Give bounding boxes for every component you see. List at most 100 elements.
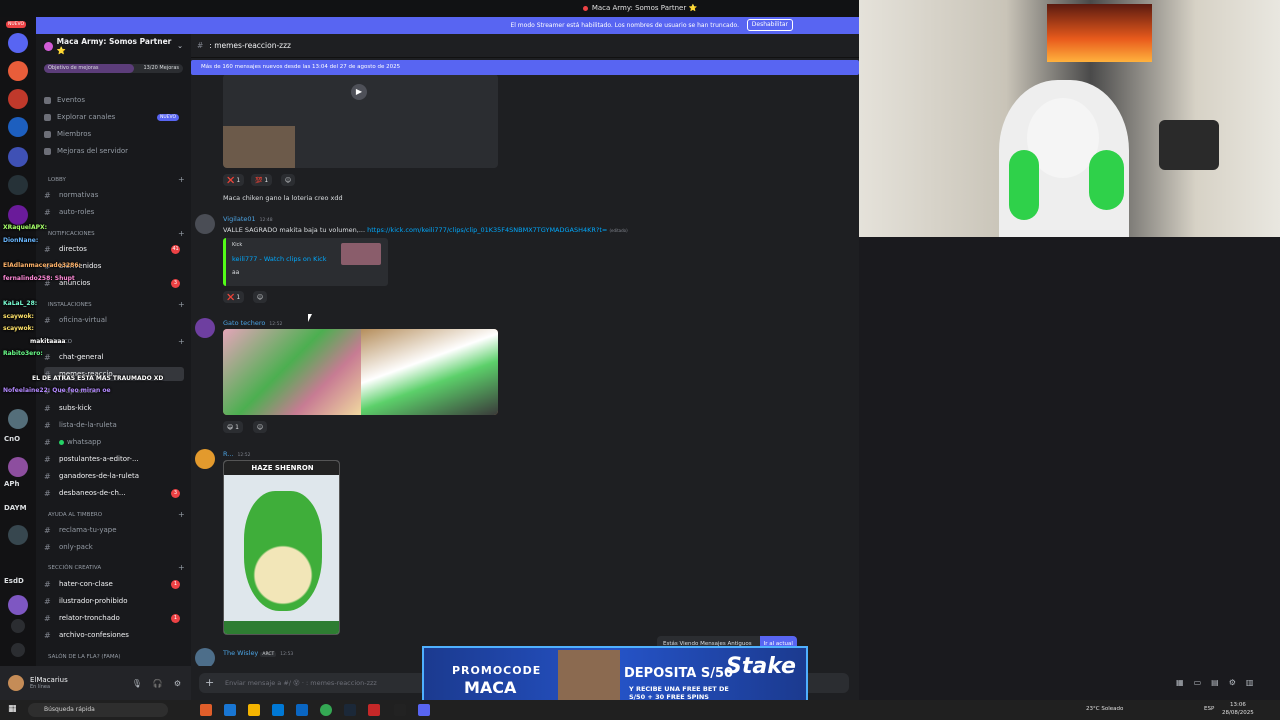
avatar[interactable] xyxy=(195,214,215,234)
stack-icon[interactable]: ▤ xyxy=(1211,678,1219,687)
message-author[interactable]: The Wisley ARCT 12:53 xyxy=(223,649,293,657)
clock-time[interactable]: 13:06 xyxy=(1230,702,1246,708)
channel-directos[interactable]: # directos 41 xyxy=(44,242,184,256)
channel-hater-con-clase[interactable]: # hater-con-clase 1 xyxy=(44,577,184,591)
avatar[interactable] xyxy=(195,648,215,666)
reaction[interactable]: ❌ 1 xyxy=(223,291,245,303)
category-salon[interactable]: SALÓN DE LA FLA? (FAMA) xyxy=(48,654,121,660)
channel-ilustrador-prohibido[interactable]: # ilustrador-prohibido xyxy=(44,594,184,608)
weather[interactable]: 23°C Soleado xyxy=(1086,706,1123,712)
channel-lista-de-la-ruleta[interactable]: # lista-de-la-ruleta xyxy=(44,418,184,432)
server-icon[interactable] xyxy=(8,61,28,81)
channel-desbaneos[interactable]: # desbaneos-de-ch... 3 xyxy=(44,486,184,500)
category-lobby[interactable]: LOBBY + xyxy=(48,175,185,184)
add-server-icon[interactable] xyxy=(11,619,25,633)
discord-icon[interactable] xyxy=(418,704,430,716)
avatar[interactable] xyxy=(195,449,215,469)
channel-reclama-tu-yape[interactable]: # reclama-tu-yape xyxy=(44,523,184,537)
edge-icon[interactable] xyxy=(224,704,236,716)
embed-title[interactable]: keili777 - Watch clips on Kick xyxy=(232,255,326,263)
message-author[interactable]: Gato techero 12:52 xyxy=(223,319,282,327)
server-icon[interactable] xyxy=(8,147,28,167)
outlook-icon[interactable] xyxy=(272,704,284,716)
language[interactable]: ESP xyxy=(1204,706,1214,712)
channel-archivo-confesiones[interactable]: # archivo-confesiones xyxy=(44,628,184,642)
window-icon[interactable]: ▭ xyxy=(1194,678,1202,687)
channel-chat-general[interactable]: # chat-general xyxy=(44,350,184,364)
server-icon[interactable] xyxy=(8,409,28,429)
steam-icon[interactable] xyxy=(344,704,356,716)
windows-icon[interactable]: ▦ xyxy=(8,704,17,714)
server-icon[interactable] xyxy=(8,175,28,195)
server-icon[interactable] xyxy=(8,205,28,225)
rail-label[interactable]: EsdD xyxy=(4,577,24,585)
category-ayuda[interactable]: AYUDA AL TIMBERO + xyxy=(48,510,185,519)
add-channel-icon[interactable]: + xyxy=(178,300,185,309)
server-header[interactable]: Maca Army: Somos Partner ⭐ ⌄ xyxy=(36,34,191,58)
server-icon[interactable] xyxy=(8,33,28,53)
layout-icon[interactable]: ▥ xyxy=(1246,678,1254,687)
play-icon[interactable]: ▶ xyxy=(351,84,367,100)
embed-thumbnail[interactable] xyxy=(341,243,381,265)
add-channel-icon[interactable]: + xyxy=(178,510,185,519)
message-author[interactable]: R... 12:52 xyxy=(223,450,250,458)
grid-icon[interactable]: ▦ xyxy=(1176,678,1184,687)
add-reaction-icon[interactable]: ☺ xyxy=(253,421,267,433)
message-author[interactable]: Vigilate01 12:48 xyxy=(223,215,273,223)
channel-ganadores[interactable]: # ganadores-de-la-ruleta xyxy=(44,469,184,483)
channel-only-pack[interactable]: # only-pack xyxy=(44,540,184,554)
server-icon[interactable] xyxy=(8,457,28,477)
boost-progress[interactable]: Objetivo de mejoras 13/20 Mejoras xyxy=(44,64,183,73)
add-attachment-icon[interactable]: + xyxy=(205,673,214,693)
taskbar-search[interactable]: Búsqueda rápida xyxy=(28,703,168,717)
server-icon[interactable] xyxy=(8,595,28,615)
reaction[interactable]: ❌ 1 xyxy=(223,174,245,186)
add-channel-icon[interactable]: + xyxy=(178,337,185,346)
message-image[interactable] xyxy=(223,329,498,415)
add-reaction-icon[interactable]: ☺ xyxy=(253,291,267,303)
sidebar-item-boosts[interactable]: Mejoras del servidor xyxy=(44,147,128,155)
chrome-icon[interactable] xyxy=(320,704,332,716)
add-channel-icon[interactable]: + xyxy=(178,563,185,572)
user-panel[interactable]: ElMacarius En línea 🎙 🎧 ⚙ xyxy=(0,666,191,700)
rail-label[interactable]: APh xyxy=(4,480,20,488)
new-messages-bar[interactable]: Más de 160 mensajes nuevos desde las 13:… xyxy=(191,60,859,75)
channel-normativas[interactable]: # normativas xyxy=(44,188,184,202)
microphone-icon[interactable]: 🎙 xyxy=(132,679,142,688)
channel-relator-tronchado[interactable]: # relator-tronchado 1 xyxy=(44,611,184,625)
reaction[interactable]: 😄 1 xyxy=(223,421,243,433)
channel-whatsapp[interactable]: # whatsapp xyxy=(44,435,184,449)
add-channel-icon[interactable]: + xyxy=(178,229,185,238)
clock-date[interactable]: 28/08/2025 xyxy=(1222,710,1254,716)
sidebar-item-explore[interactable]: Explorar canales xyxy=(44,113,115,121)
settings-icon[interactable]: ⚙ xyxy=(1229,678,1236,687)
category-notificaciones[interactable]: NOTIFICACIONES + xyxy=(48,229,185,238)
folder-icon[interactable] xyxy=(248,704,260,716)
avatar[interactable] xyxy=(8,675,24,691)
server-icon[interactable] xyxy=(8,525,28,545)
message-image[interactable]: HAZE SHENRON xyxy=(223,460,340,635)
channel-postulantes[interactable]: # postulantes-a-editor-... xyxy=(44,452,184,466)
category-creativa[interactable]: SECCIÓN CREATIVA + xyxy=(48,563,185,572)
reaction[interactable]: 💯 1 xyxy=(251,174,273,186)
sidebar-item-events[interactable]: Eventos xyxy=(44,96,85,104)
app-icon[interactable] xyxy=(200,704,212,716)
server-icon[interactable] xyxy=(8,117,28,137)
explore-icon[interactable] xyxy=(11,643,25,657)
category-instalaciones[interactable]: INSTALACIONES + xyxy=(48,300,185,309)
rail-label[interactable]: CnO xyxy=(4,435,20,443)
add-reaction-icon[interactable]: ☺ xyxy=(281,174,295,186)
avatar[interactable] xyxy=(195,318,215,338)
message-image[interactable]: ▶ xyxy=(223,74,498,168)
rail-label[interactable]: DAYM xyxy=(4,504,27,512)
app-icon[interactable] xyxy=(368,704,380,716)
link-embed[interactable]: Kick keili777 - Watch clips on Kick aa xyxy=(223,238,388,286)
channel-auto-roles[interactable]: # auto-roles xyxy=(44,205,184,219)
add-channel-icon[interactable]: + xyxy=(178,175,185,184)
message-link[interactable]: https://kick.com/keili777/clips/clip_01K… xyxy=(367,226,607,234)
app-icon[interactable] xyxy=(296,704,308,716)
disable-streamer-button[interactable]: Deshabilitar xyxy=(746,19,793,31)
obs-icon[interactable] xyxy=(394,704,406,716)
gear-icon[interactable]: ⚙ xyxy=(174,679,181,688)
server-icon[interactable] xyxy=(8,89,28,109)
